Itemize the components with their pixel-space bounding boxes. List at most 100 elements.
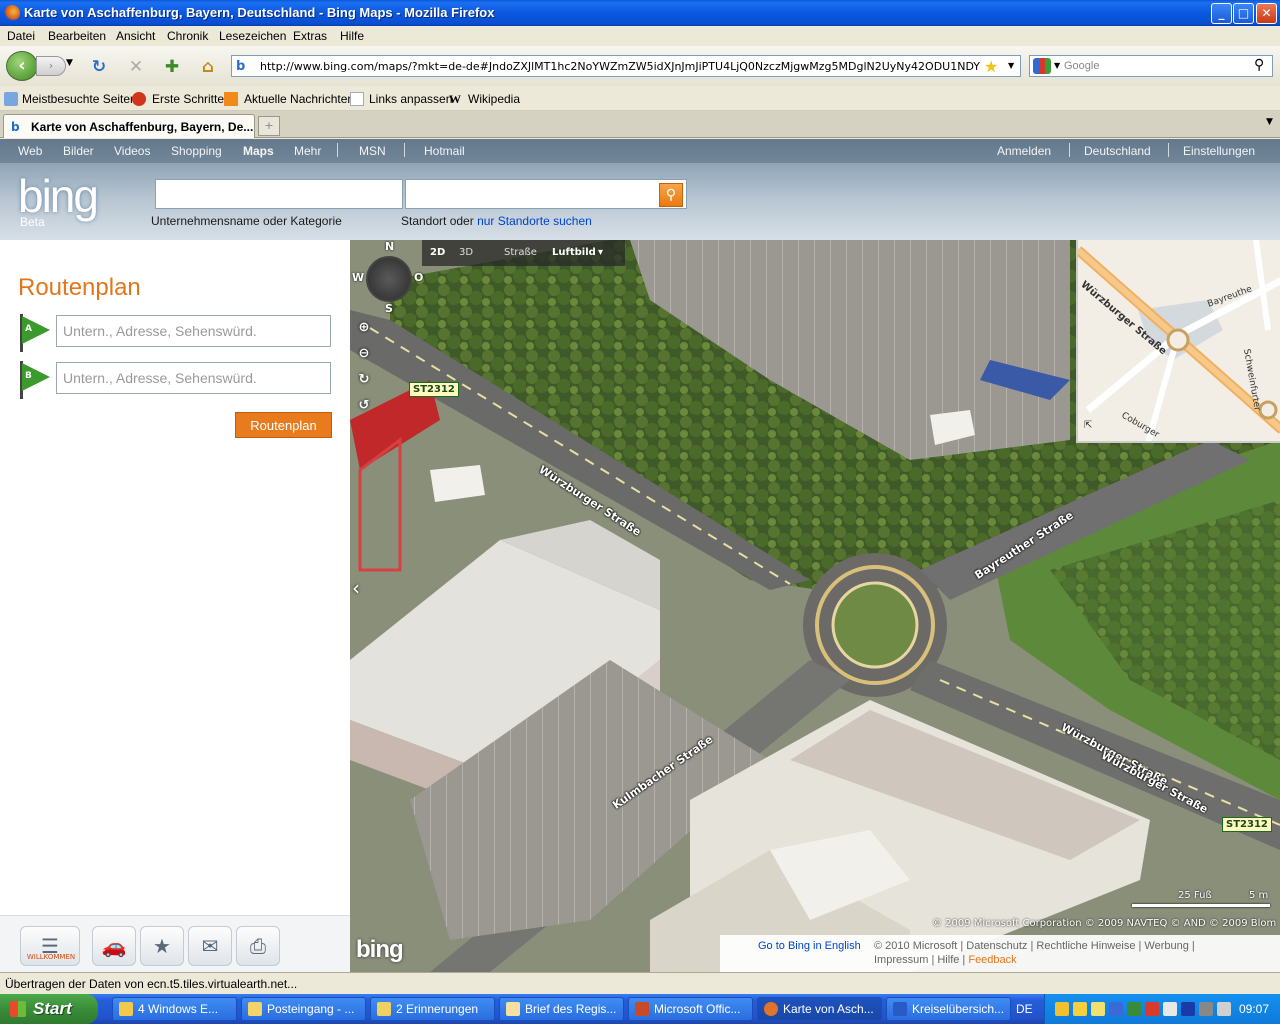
audio-wave-icon[interactable] [1109, 1002, 1123, 1016]
search-icon[interactable]: ⚲ [1254, 57, 1264, 73]
taskbar-item-word[interactable]: Kreiselübersich... [886, 997, 1011, 1021]
antivirus-icon[interactable] [1145, 1002, 1159, 1016]
menu-hilfe[interactable]: Hilfe [340, 29, 364, 43]
compass-east[interactable]: O [414, 271, 423, 284]
nav-anmelden[interactable]: Anmelden [997, 144, 1051, 158]
start-button[interactable]: Start [0, 994, 98, 1024]
printer-icon[interactable] [1163, 1002, 1177, 1016]
nav-bilder[interactable]: Bilder [63, 144, 94, 158]
route-end-input[interactable]: Untern., Adresse, Sehenswürd. [56, 362, 331, 394]
taskbar-item-reminders[interactable]: 2 Erinnerungen [370, 997, 495, 1021]
reload-icon[interactable]: ↻ [89, 57, 109, 77]
nav-hotmail[interactable]: Hotmail [424, 144, 465, 158]
pan-left-icon[interactable]: ‹ [352, 576, 360, 600]
new-bookmark-icon[interactable]: ✚ [162, 57, 182, 77]
taskbar-item-outlook[interactable]: Posteingang - ... [241, 997, 366, 1021]
network-icon[interactable] [1127, 1002, 1141, 1016]
connection-icon[interactable] [1199, 1002, 1213, 1016]
menu-chronik[interactable]: Chronik [167, 29, 208, 43]
list-icon[interactable]: ☰ WILLKOMMEN [20, 926, 80, 966]
maximize-button[interactable]: □ [1233, 3, 1254, 24]
feedback-link[interactable]: Feedback [968, 954, 1016, 966]
url-dropdown-icon[interactable]: ▼ [1008, 61, 1014, 70]
menu-extras[interactable]: Extras [293, 29, 327, 43]
new-tab-button[interactable]: + [258, 116, 280, 136]
clock-app-icon[interactable] [1091, 1002, 1105, 1016]
overview-minimap[interactable]: Würzburger Straße Bayreuthe Schweinfurte… [1076, 240, 1280, 443]
tab-bing-maps[interactable]: b Karte von Aschaffenburg, Bayern, De... [3, 114, 255, 138]
minimize-button[interactable]: _ [1211, 3, 1232, 24]
web-search-box[interactable]: ▼ Google ⚲ [1029, 55, 1273, 77]
location-search-input[interactable] [405, 179, 687, 209]
zoom-in-icon[interactable]: ⊕ [354, 318, 374, 338]
nav-shopping[interactable]: Shopping [171, 144, 222, 158]
security-shield-icon[interactable] [1055, 1002, 1069, 1016]
address-bar[interactable]: b http://www.bing.com/maps/?mkt=de-de#Jn… [231, 55, 1021, 77]
aerial-map[interactable]: 2D 3D Straße Luftbild ▾ N S W O ⊕ ⊖ ↻ ↺ … [350, 240, 1280, 972]
language-indicator[interactable]: DE [1016, 1002, 1033, 1016]
bookmark-aktuelle-nachrichten[interactable]: Aktuelle Nachrichten [244, 92, 354, 106]
nav-mehr[interactable]: Mehr [294, 144, 321, 158]
bookmark-links-anpassen[interactable]: Links anpassen [369, 92, 452, 106]
google-engine-icon[interactable] [1033, 58, 1051, 74]
business-search-input[interactable] [155, 179, 403, 209]
street-view-button[interactable]: Straße [504, 247, 537, 258]
bing-favicon-icon: b [236, 59, 246, 74]
star-icon[interactable]: ★ [140, 926, 184, 966]
nav-videos[interactable]: Videos [114, 144, 150, 158]
nav-web[interactable]: Web [18, 144, 42, 158]
engine-dropdown-icon[interactable]: ▼ [1054, 61, 1060, 70]
taskbar-item-letter[interactable]: Brief des Regis... [499, 997, 624, 1021]
email-icon[interactable]: ✉ [188, 926, 232, 966]
menu-ansicht[interactable]: Ansicht [116, 29, 155, 43]
compass-pan-control[interactable] [366, 256, 412, 302]
bookmark-erste-schritte[interactable]: Erste Schritte [152, 92, 224, 106]
taskbar-item-explorer[interactable]: 4 Windows E... [112, 997, 237, 1021]
close-button[interactable]: ✕ [1256, 3, 1277, 24]
media-player-icon[interactable] [1181, 1002, 1195, 1016]
menu-lesezeichen[interactable]: Lesezeichen [219, 29, 286, 43]
car-icon[interactable]: 🚗 [92, 926, 136, 966]
menu-datei[interactable]: Datei [7, 29, 35, 43]
taskbar-item-office[interactable]: Microsoft Offic... [628, 997, 753, 1021]
security-shield-icon[interactable] [1073, 1002, 1087, 1016]
view-3d-button[interactable]: 3D [459, 247, 473, 258]
bookmark-star-icon[interactable]: ★ [984, 57, 998, 76]
print-icon[interactable]: ⎙ [236, 926, 280, 966]
firefox-icon [4, 5, 20, 21]
footer-links-line2-text[interactable]: Impressum | Hilfe | [874, 954, 968, 966]
compass-north[interactable]: N [385, 240, 394, 253]
bookmark-meistbesuchte[interactable]: Meistbesuchte Seiten [22, 92, 137, 106]
footer-links-line1[interactable]: © 2010 Microsoft | Datenschutz | Rechtli… [874, 940, 1195, 952]
back-button[interactable]: ‹ [6, 51, 38, 81]
volume-icon[interactable] [1217, 1002, 1231, 1016]
nav-deutschland[interactable]: Deutschland [1084, 144, 1151, 158]
home-icon[interactable]: ⌂ [198, 57, 218, 77]
aerial-dropdown-icon[interactable]: ▾ [598, 247, 603, 258]
bing-english-link[interactable]: Go to Bing in English [758, 940, 861, 952]
bookmark-wikipedia[interactable]: Wikipedia [468, 92, 520, 106]
taskbar-item-firefox[interactable]: Karte von Asch... [757, 997, 882, 1021]
locations-only-link[interactable]: nur Standorte suchen [477, 214, 592, 228]
route-start-input[interactable]: Untern., Adresse, Sehenswürd. [56, 315, 331, 347]
nav-einstellungen[interactable]: Einstellungen [1183, 144, 1255, 158]
rotate-right-icon[interactable]: ↻ [354, 370, 374, 390]
tab-list-icon[interactable]: ▼ [1266, 117, 1273, 127]
zoom-out-icon[interactable]: ⊖ [354, 344, 374, 364]
nav-msn[interactable]: MSN [359, 144, 386, 158]
nav-maps[interactable]: Maps [243, 144, 274, 158]
expand-minimap-icon[interactable]: ⇱ [1084, 420, 1096, 432]
url-text[interactable]: http://www.bing.com/maps/?mkt=de-de#Jndo… [260, 60, 980, 73]
search-icon[interactable]: ⚲ [659, 183, 683, 207]
route-button[interactable]: Routenplan [235, 412, 332, 438]
aerial-view-button[interactable]: Luftbild [552, 247, 596, 258]
view-2d-button[interactable]: 2D [430, 247, 445, 258]
compass-south[interactable]: S [385, 302, 393, 315]
history-dropdown-icon[interactable]: ▼ [66, 58, 73, 68]
forward-button[interactable]: › [36, 56, 66, 76]
menu-bearbeiten[interactable]: Bearbeiten [48, 29, 106, 43]
stop-icon[interactable]: ✕ [126, 57, 146, 77]
rotate-left-icon[interactable]: ↺ [354, 396, 374, 416]
compass-west[interactable]: W [352, 271, 364, 284]
taskbar-clock[interactable]: 09:07 [1239, 1002, 1269, 1016]
